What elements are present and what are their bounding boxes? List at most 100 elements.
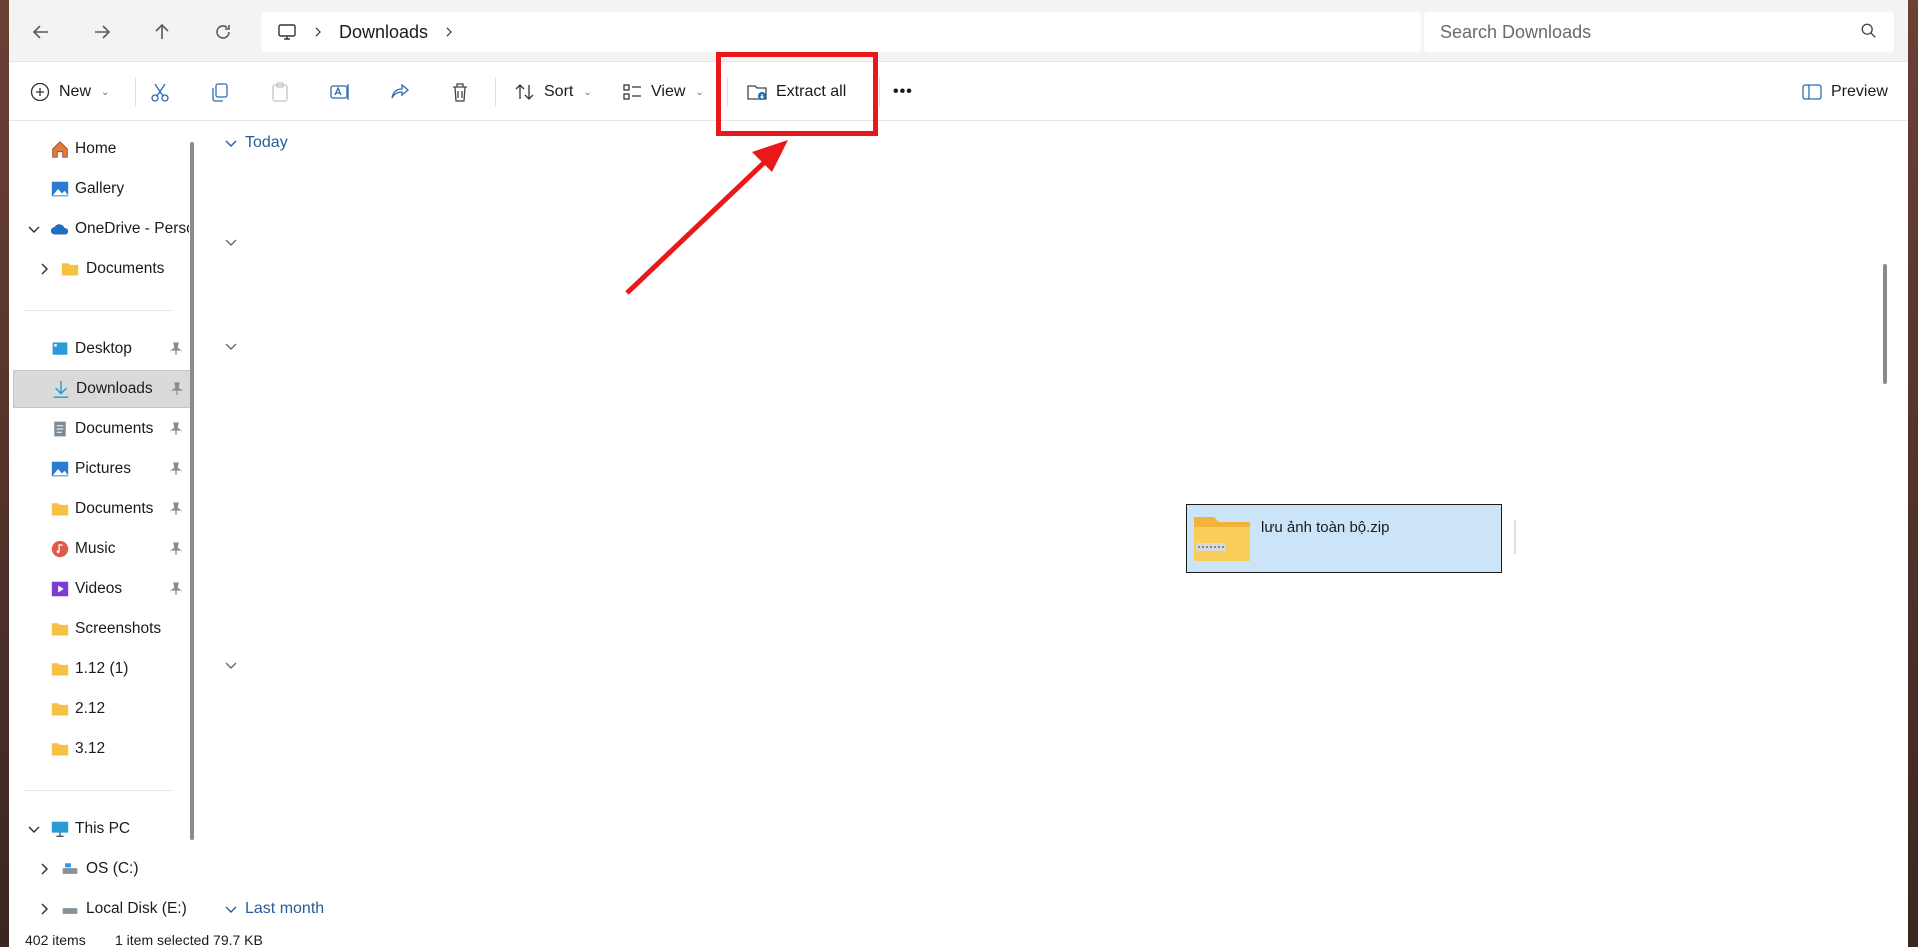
sidebar-item-music[interactable]: Music xyxy=(13,530,191,568)
preview-pane-button[interactable]: Preview xyxy=(1801,73,1888,111)
sidebar-item-3-12[interactable]: 3.12 xyxy=(13,730,191,768)
refresh-button[interactable] xyxy=(205,14,241,50)
address-row: Downloads Search Downloads xyxy=(9,0,1908,62)
delete-button[interactable] xyxy=(449,73,471,111)
desktop-edge-left xyxy=(0,0,9,947)
folder-icon xyxy=(49,698,71,720)
sidebar-item-label: Videos xyxy=(75,580,123,597)
share-icon xyxy=(391,83,410,99)
sidebar-item-label: Screenshots xyxy=(75,620,162,637)
chevron-down-icon[interactable] xyxy=(225,236,237,248)
sidebar-item-label: 1.12 (1) xyxy=(75,660,129,677)
status-item-count: 402 items xyxy=(25,932,86,947)
copy-icon xyxy=(212,83,228,102)
up-button[interactable] xyxy=(144,14,180,50)
cut-button[interactable] xyxy=(149,73,171,111)
forward-arrow-icon xyxy=(95,25,111,39)
music-icon xyxy=(49,538,71,560)
sort-button[interactable]: Sort ⌄ xyxy=(514,73,592,111)
sidebar-item-downloads[interactable]: Downloads xyxy=(13,370,191,408)
content-scrollbar[interactable] xyxy=(1883,264,1887,384)
sidebar-item-local-disk-e[interactable]: Local Disk (E:) xyxy=(13,890,191,928)
new-button[interactable]: New ⌄ xyxy=(29,73,109,111)
view-button[interactable]: View ⌄ xyxy=(621,73,704,111)
chevron-right-icon[interactable] xyxy=(37,862,51,876)
chevron-down-icon xyxy=(225,906,237,913)
sidebar-item-documents-2[interactable]: Documents xyxy=(13,490,191,528)
sidebar-item-label: 3.12 xyxy=(75,740,106,757)
sidebar-item-label: 2.12 xyxy=(75,700,106,717)
sidebar-item-2-12[interactable]: 2.12 xyxy=(13,690,191,728)
group-header-last-month[interactable]: Last month xyxy=(225,900,324,918)
sidebar-item-label: This PC xyxy=(75,820,131,837)
pin-icon[interactable] xyxy=(169,342,183,356)
chevron-down-icon[interactable] xyxy=(225,659,237,671)
sidebar-item-documents[interactable]: Documents xyxy=(13,410,191,448)
group-header-today[interactable]: Today xyxy=(225,134,288,152)
file-item-zip-selected[interactable]: lưu ảnh toàn bộ.zip xyxy=(1186,504,1502,573)
breadcrumb-downloads[interactable]: Downloads xyxy=(339,22,428,43)
chevron-down-icon[interactable] xyxy=(225,340,237,352)
toolbar-divider xyxy=(135,77,136,107)
navigation-pane: Home Gallery OneDrive - Perso Documents … xyxy=(9,122,199,932)
drive-icon xyxy=(59,858,81,880)
more-options-button[interactable]: ••• xyxy=(893,73,913,111)
group-header-label: Today xyxy=(245,134,288,151)
back-button[interactable] xyxy=(23,14,59,50)
sidebar-item-screenshots[interactable]: Screenshots xyxy=(13,610,191,648)
file-list: Today Last month xyxy=(205,122,1895,932)
chevron-down-icon[interactable] xyxy=(27,822,41,836)
sidebar-item-label: Music xyxy=(75,540,116,557)
scissors-icon xyxy=(151,83,169,102)
search-placeholder: Search Downloads xyxy=(1440,21,1592,42)
pin-icon[interactable] xyxy=(169,422,183,436)
share-button[interactable] xyxy=(389,73,411,111)
rename-button[interactable] xyxy=(329,73,351,111)
chevron-right-icon[interactable] xyxy=(37,902,51,916)
pin-icon[interactable] xyxy=(169,462,183,476)
forward-button[interactable] xyxy=(84,14,120,50)
sidebar-item-1-12[interactable]: 1.12 (1) xyxy=(13,650,191,688)
chevron-down-icon: ⌄ xyxy=(695,86,704,98)
paste-button[interactable] xyxy=(269,73,291,111)
rename-icon xyxy=(330,84,349,100)
gallery-icon xyxy=(49,178,71,200)
folder-icon xyxy=(49,618,71,640)
chevron-down-icon[interactable] xyxy=(27,222,41,236)
home-icon xyxy=(49,138,71,160)
sidebar-item-home[interactable]: Home xyxy=(13,130,191,168)
trash-icon xyxy=(453,83,467,102)
sidebar-item-label: Documents xyxy=(75,500,154,517)
sidebar-item-os-c[interactable]: OS (C:) xyxy=(13,850,191,888)
chevron-right-icon[interactable] xyxy=(37,262,51,276)
sidebar-item-this-pc[interactable]: This PC xyxy=(13,810,191,848)
sidebar-item-desktop[interactable]: Desktop xyxy=(13,330,191,368)
document-icon xyxy=(49,418,71,440)
address-bar[interactable]: Downloads xyxy=(261,12,1421,52)
download-icon xyxy=(50,378,72,400)
sidebar-item-onedrive-documents[interactable]: Documents xyxy=(13,250,191,288)
toolbar-divider xyxy=(879,77,880,107)
pin-icon[interactable] xyxy=(169,502,183,516)
search-input[interactable]: Search Downloads xyxy=(1424,12,1894,52)
pin-icon[interactable] xyxy=(170,382,184,396)
sidebar-divider xyxy=(23,310,173,311)
pin-icon[interactable] xyxy=(169,542,183,556)
group-header-label: Last month xyxy=(245,900,325,917)
sidebar-scrollbar[interactable] xyxy=(190,142,194,840)
sidebar-divider xyxy=(23,790,173,791)
sidebar-item-gallery[interactable]: Gallery xyxy=(13,170,191,208)
this-pc-icon xyxy=(49,818,71,840)
desktop-icon xyxy=(49,338,71,360)
sidebar-item-pictures[interactable]: Pictures xyxy=(13,450,191,488)
copy-button[interactable] xyxy=(209,73,231,111)
preview-pane-icon xyxy=(1802,84,1822,100)
onedrive-icon xyxy=(49,218,71,240)
breadcrumb-chevron-icon[interactable] xyxy=(442,25,456,39)
sidebar-item-videos[interactable]: Videos xyxy=(13,570,191,608)
sidebar-item-onedrive[interactable]: OneDrive - Perso xyxy=(13,210,191,248)
pin-icon[interactable] xyxy=(169,582,183,596)
folder-icon xyxy=(59,258,81,280)
toolbar-divider xyxy=(495,77,496,107)
sidebar-item-label: OneDrive - Perso xyxy=(75,220,189,237)
